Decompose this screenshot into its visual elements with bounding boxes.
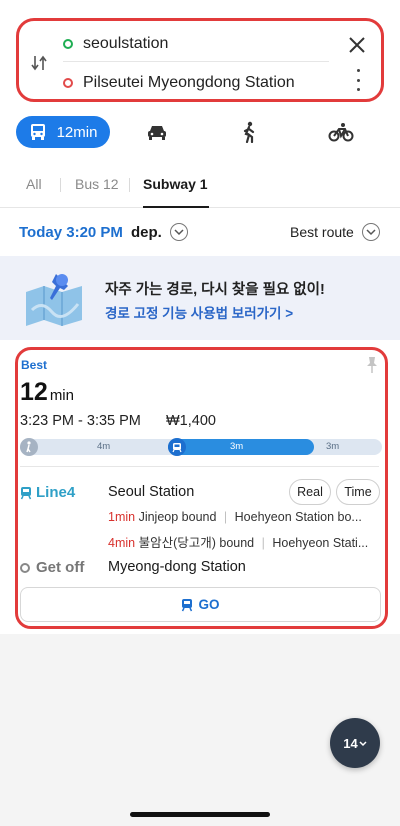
more-options-icon[interactable] [355,69,361,91]
origin-text: seoulstation [83,35,169,52]
route-segment-bar: 4m 3m 3m [20,438,382,456]
walk-segment-label: 4m [97,441,111,452]
swap-icon[interactable] [31,53,47,73]
get-off-station: Myeong-dong Station [108,559,246,575]
transit-filter-tabs: All Bus 12 Subway 1 [0,164,400,208]
departure-time[interactable]: Today 3:20 PM [19,224,123,241]
departure-dropdown-icon[interactable] [170,223,188,241]
walk-icon [243,121,255,143]
realtime-button[interactable]: Real [289,479,331,505]
arrival-info: 4min 불암산(당고개) bound | Hoehyeon Stati... [108,532,380,551]
map-pin-illustration-icon [26,274,82,326]
destination-dot-icon [63,78,73,88]
go-label: GO [198,597,220,612]
bus-icon [30,124,45,140]
arrival-minutes: 4min [108,536,136,550]
banner-title: 자주 가는 경로, 다시 찾을 필요 없이! [105,282,325,298]
route-card[interactable]: Best 12 min 3:23 PM - 3:35 PM ₩1,400 4m … [15,347,388,629]
arrival-minutes: 1min [108,510,136,524]
get-off-label: Get off [20,559,84,576]
arrival-next-station: Hoehyeon Station bo... [234,510,362,524]
home-indicator [130,812,270,817]
route-duration: 12 min [20,378,74,407]
car-mode-button[interactable] [142,116,172,148]
walk-mode-button[interactable] [238,116,260,148]
line-name: Line4 [36,484,76,501]
arrival-info: 1min Jinjeop bound | Hoehyeon Station bo… [108,510,380,524]
sort-dropdown-icon[interactable] [362,223,380,241]
arrival-separator: | [261,536,265,550]
refresh-button[interactable]: 14 [330,718,380,768]
best-badge: Best [21,358,48,372]
tab-separator [60,178,61,192]
route-fare: ₩1,400 [166,413,216,429]
arrival-next-station: Hoehyeon Stati... [272,536,369,550]
refresh-icon [359,741,367,747]
walk-segment-label: 3m [326,441,340,452]
tab-subway[interactable]: Subway 1 [143,176,208,192]
timetable-button[interactable]: Time [336,479,380,505]
origin-dot-icon [63,39,73,49]
subway-icon [182,598,193,611]
transit-duration: 12min [56,123,98,141]
origin-field[interactable]: seoulstation [63,29,168,59]
banner-link[interactable]: 경로 고정 기능 사용법 보러가기 > [105,302,293,322]
pin-icon[interactable] [365,356,379,374]
subway-segment-label: 3m [230,441,244,452]
route-pin-banner[interactable]: 자주 가는 경로, 다시 찾을 필요 없이! 경로 고정 기능 사용법 보러가기… [0,256,400,340]
boarding-station: Seoul Station [108,484,195,500]
duration-unit: min [49,387,74,404]
destination-field[interactable]: Pilseutei Myeongdong Station [63,68,295,98]
subway-icon [20,486,32,499]
destination-text: Pilseutei Myeongdong Station [83,74,295,91]
bike-mode-button[interactable] [326,116,356,148]
bicycle-icon [328,123,354,142]
sort-option[interactable]: Best route [290,224,354,240]
card-divider [20,466,379,467]
route-times: 3:23 PM - 3:35 PM [20,413,141,429]
duration-number: 12 [20,378,48,406]
arrival-direction: 불암산(당고개) bound [138,536,255,550]
departure-label: dep. [131,224,162,241]
tab-separator [129,178,130,192]
get-off-ring-icon [20,562,30,573]
active-tab-indicator [143,206,209,208]
route-search-box: seoulstation Pilseutei Myeongdong Statio… [16,18,384,102]
go-button[interactable]: GO [20,587,381,622]
car-icon [148,126,166,140]
transit-mode-button[interactable]: 12min [16,116,110,148]
subway-segment-icon [168,438,186,456]
arrival-separator: | [223,510,228,524]
tab-bus[interactable]: Bus 12 [75,176,119,192]
line-badge: Line4 [20,484,75,501]
get-off-text: Get off [36,559,85,576]
transport-mode-selector: 12min [16,116,384,150]
departure-row: Today 3:20 PM dep. Best route [0,214,400,250]
route-divider [63,61,329,62]
tab-all[interactable]: All [26,176,42,192]
refresh-count: 14 [343,735,358,751]
close-icon[interactable] [347,35,367,55]
arrival-direction: Jinjeop bound [138,510,217,524]
walk-segment-icon [20,438,38,456]
